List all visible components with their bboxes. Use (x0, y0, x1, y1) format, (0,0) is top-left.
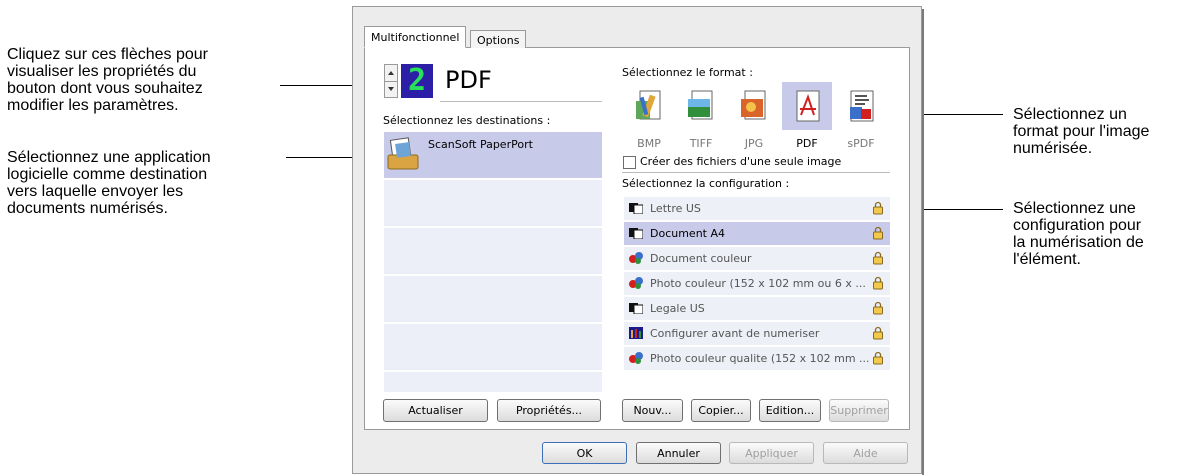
new-config-button[interactable]: Nouv... (622, 399, 683, 422)
button-number: 2 (407, 63, 427, 98)
lock-icon (873, 251, 883, 265)
destination-empty-slot[interactable] (384, 228, 602, 274)
copy-config-button[interactable]: Copier... (691, 399, 751, 422)
stepper-up-arrow[interactable] (385, 65, 397, 82)
lock-icon (873, 226, 883, 240)
callout-application: Sélectionnez une application logicielle … (7, 149, 211, 217)
callout-format: Sélectionnez un format pour l'image numé… (1013, 106, 1150, 157)
single-image-label[interactable]: Créer des fichiers d'une seule image (640, 155, 841, 168)
format-bmp[interactable] (624, 82, 674, 130)
config-item[interactable]: Document A4 (624, 222, 890, 245)
format-spdf[interactable] (836, 82, 886, 130)
edit-config-button[interactable]: Edition... (759, 399, 821, 422)
config-item[interactable]: Lettre US (624, 197, 890, 220)
tab-options[interactable]: Options (470, 30, 527, 48)
lock-icon (873, 276, 883, 290)
bmp-icon (636, 90, 661, 120)
refresh-button[interactable]: Actualiser (383, 399, 488, 422)
configure-icon (629, 327, 643, 339)
properties-button[interactable]: Propriétés... (497, 399, 601, 422)
button-format-name: PDF (445, 66, 492, 94)
jpg-icon (741, 90, 766, 120)
destination-empty-slot[interactable] (384, 276, 602, 322)
format-pdf[interactable] (782, 82, 832, 130)
color-scan-icon (629, 352, 643, 364)
destination-label: ScanSoft PaperPort (428, 138, 533, 151)
arrow-up-icon (388, 71, 394, 75)
apply-button[interactable]: Appliquer (729, 442, 814, 464)
format-label: Sélectionnez le format : (622, 66, 753, 79)
config-item[interactable]: Configurer avant de numeriser (624, 322, 890, 345)
config-item-label: Lettre US (650, 202, 701, 215)
config-item[interactable]: Photo couleur qualite (152 x 102 mm ... (624, 347, 890, 370)
config-item-label: Document A4 (650, 227, 726, 240)
tab-multifunction[interactable]: Multifonctionnel (364, 26, 467, 48)
config-item[interactable]: Photo couleur (152 x 102 mm ou 6 x ... (624, 272, 890, 295)
destinations-label: Sélectionnez les destinations : (383, 114, 551, 127)
color-scan-icon (629, 277, 643, 289)
button-stepper[interactable] (384, 64, 398, 98)
bw-scan-icon (629, 303, 643, 314)
button-number-display: 2 (401, 64, 433, 98)
destination-empty-slot[interactable] (384, 372, 602, 392)
cancel-button[interactable]: Annuler (636, 442, 721, 464)
color-scan-icon (629, 252, 643, 264)
format-tiff-label: TIFF (689, 137, 713, 150)
help-button[interactable]: Aide (823, 442, 908, 464)
single-image-checkbox[interactable] (623, 156, 636, 169)
stepper-down-arrow[interactable] (385, 81, 397, 97)
format-tiff[interactable] (676, 82, 726, 130)
lock-icon (873, 301, 883, 315)
lock-icon (873, 326, 883, 340)
format-jpg-label: JPG (744, 137, 764, 150)
lock-icon (873, 201, 883, 215)
button-name-underline (440, 101, 602, 102)
format-pdf-label: PDF (796, 137, 818, 150)
tiff-icon (688, 90, 713, 120)
destination-empty-slot[interactable] (384, 324, 602, 370)
spdf-icon (850, 90, 874, 122)
format-divider (622, 172, 890, 173)
dialog-shadow (922, 9, 924, 475)
config-item-label: Photo couleur (152 x 102 mm ou 6 x ... (650, 277, 866, 290)
delete-config-button[interactable]: Supprimer (829, 399, 889, 422)
config-item-label: Configurer avant de numeriser (650, 327, 820, 340)
arrow-down-icon (388, 87, 394, 91)
format-jpg[interactable] (729, 82, 779, 130)
config-item[interactable]: Legale US (624, 297, 890, 320)
destination-empty-slot[interactable] (384, 180, 602, 226)
destination-item[interactable]: ScanSoft PaperPort (384, 132, 602, 178)
config-item-label: Document couleur (650, 252, 752, 265)
config-item[interactable]: Document couleur (624, 247, 890, 270)
config-item-label: Legale US (650, 302, 705, 315)
config-item-label: Photo couleur qualite (152 x 102 mm ... (650, 352, 870, 365)
callout-arrows: Cliquez sur ces flèches pour visualiser … (7, 46, 208, 114)
pdf-icon (796, 90, 820, 122)
format-bmp-label: BMP (637, 137, 661, 150)
lock-icon (873, 351, 883, 365)
callout-config: Sélectionnez une configuration pour la n… (1013, 200, 1144, 268)
config-label: Sélectionnez la configuration : (622, 177, 790, 190)
bw-scan-icon (629, 203, 643, 214)
ok-button[interactable]: OK (542, 442, 627, 464)
paperport-icon (387, 137, 419, 170)
format-spdf-label: sPDF (847, 137, 875, 150)
bw-scan-icon (629, 228, 643, 239)
